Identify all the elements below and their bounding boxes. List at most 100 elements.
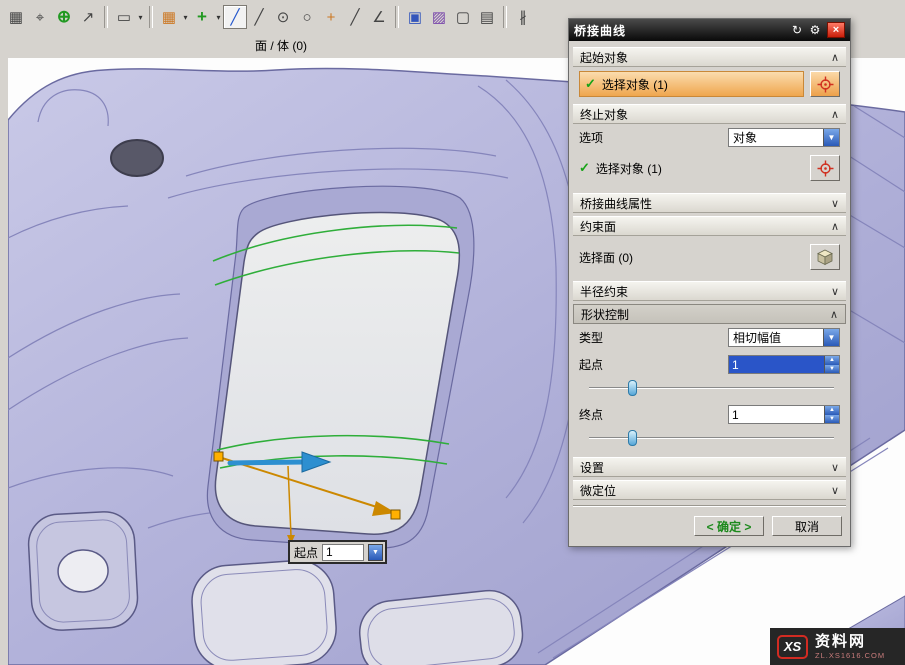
spin-up-icon[interactable]: ▲ (825, 356, 839, 365)
magnitude-arrow[interactable] (230, 462, 304, 463)
close-icon[interactable]: × (827, 22, 845, 38)
gear-icon[interactable]: ⚙ (806, 22, 824, 38)
end-object-option-dropdown[interactable]: 对象 ▼ (728, 128, 840, 147)
input-value[interactable]: 1 (729, 406, 824, 423)
shape-type-dropdown[interactable]: 相切幅值 ▼ (728, 328, 840, 347)
solid-body-icon[interactable]: ▣ (403, 5, 427, 29)
top-left-hole[interactable] (111, 140, 163, 176)
dropdown-arrow-icon[interactable]: ▾ (214, 13, 223, 22)
floating-input-value[interactable]: 1 (322, 544, 364, 561)
section-label: 形状控制 (581, 306, 629, 323)
dropdown-arrow-icon[interactable]: ▾ (181, 13, 190, 22)
type-label: 类型 (579, 329, 603, 346)
feature-select-icon[interactable]: ▤ (475, 5, 499, 29)
section-radius-constraint[interactable]: 半径约束 ∨ (573, 281, 846, 301)
chevron-up-icon: ∧ (831, 220, 839, 233)
constraint-face-select-label: 选择面 (0) (579, 249, 633, 266)
stop-at-intersection-icon[interactable]: ∦ (511, 5, 535, 29)
watermark-logo: XS (777, 635, 808, 659)
intersection-snap-icon[interactable]: + (319, 5, 343, 29)
dropdown-arrow-icon[interactable]: ▾ (136, 13, 145, 22)
cancel-button[interactable]: 取消 (772, 516, 842, 536)
watermark-title: 资料网 (815, 634, 885, 649)
selection-scope-icon[interactable]: ▭ (112, 5, 136, 29)
region-select-icon[interactable]: ▢ (451, 5, 475, 29)
chevron-down-icon[interactable]: ▼ (823, 329, 839, 346)
dialog-footer: < 确定 > 取消 (573, 506, 846, 541)
start-value-stepper[interactable]: ▲ ▼ (824, 356, 839, 373)
end-value-input[interactable]: 1 ▲ ▼ (728, 405, 840, 424)
snap-point-enable-icon[interactable]: ▦ (4, 5, 28, 29)
move-handles-icon[interactable]: + (190, 5, 214, 29)
dropdown-value: 相切幅值 (729, 329, 823, 346)
chevron-down-icon[interactable]: ▼ (368, 544, 383, 561)
section-properties[interactable]: 桥接曲线属性 ∨ (573, 193, 846, 213)
chevron-down-icon: ∨ (831, 197, 839, 210)
face-select-icon[interactable]: ▨ (427, 5, 451, 29)
section-label: 终止对象 (580, 106, 628, 123)
midpoint-snap-icon[interactable]: ╱ (247, 5, 271, 29)
spin-down-icon[interactable]: ▼ (825, 365, 839, 374)
check-icon: ✓ (585, 76, 596, 92)
point-on-curve-snap-icon[interactable]: ╱ (343, 5, 367, 29)
endpoint-snap-icon[interactable]: ╱ (223, 5, 247, 29)
chevron-down-icon: ∨ (831, 484, 839, 497)
section-settings[interactable]: 设置 ∨ (573, 457, 846, 477)
chevron-up-icon: ∧ (830, 308, 838, 321)
selection-filter-label: 面 / 体 (0) (255, 37, 307, 54)
bottom-left-boss[interactable] (27, 510, 139, 631)
check-icon: ✓ (579, 160, 590, 176)
ok-button[interactable]: < 确定 > (694, 516, 764, 536)
bridge-curve-dialog: 桥接曲线 ↻ ⚙ × 起始对象 ∧ ✓ 选择对象 (1) 终止对 (568, 18, 851, 547)
end-value-stepper[interactable]: ▲ ▼ (824, 406, 839, 423)
chevron-down-icon: ∨ (831, 461, 839, 474)
section-label: 约束面 (580, 218, 616, 235)
angle-snap-icon[interactable]: ∠ (367, 5, 391, 29)
end-slider[interactable] (589, 429, 834, 447)
section-micro-positioning[interactable]: 微定位 ∨ (573, 480, 846, 500)
start-object-select-button[interactable] (810, 71, 840, 97)
end-object-select-button[interactable] (810, 155, 840, 181)
dialog-title: 桥接曲线 (574, 22, 788, 39)
toolbar-separator (395, 6, 399, 28)
dialog-titlebar[interactable]: 桥接曲线 ↻ ⚙ × (569, 19, 850, 41)
reset-icon[interactable]: ↻ (788, 22, 806, 38)
slider-track[interactable] (589, 387, 834, 389)
start-object-select-row[interactable]: ✓ 选择对象 (1) (579, 71, 804, 97)
section-start-object[interactable]: 起始对象 ∧ (573, 47, 846, 67)
end-object-select-label: 选择对象 (1) (596, 160, 662, 177)
floating-input-label: 起点 (292, 544, 318, 561)
section-shape-control[interactable]: 形状控制 ∧ (573, 304, 846, 324)
layer-grid-icon[interactable]: ▦ (157, 5, 181, 29)
watermark-subtitle: ZL.XS1616.COM (815, 652, 885, 660)
drag-handle[interactable] (214, 452, 223, 461)
offset-point-icon[interactable]: ⊕ (52, 5, 76, 29)
cube-icon (816, 248, 834, 266)
start-label: 起点 (579, 356, 603, 373)
watermark: XS 资料网 ZL.XS1616.COM (770, 628, 905, 665)
end-label: 终点 (579, 406, 603, 423)
drag-handle[interactable] (391, 510, 400, 519)
chevron-down-icon[interactable]: ▼ (823, 129, 839, 146)
quadrant-snap-icon[interactable]: ○ (295, 5, 319, 29)
slider-thumb[interactable] (628, 430, 637, 446)
point-dialog-icon[interactable]: ⌖ (28, 5, 52, 29)
bottom-center-pocket[interactable] (190, 558, 339, 665)
slider-thumb[interactable] (628, 380, 637, 396)
floating-start-point-input[interactable]: 起点 1 ▼ (288, 540, 387, 564)
section-constraint-face[interactable]: 约束面 ∧ (573, 216, 846, 236)
start-object-select-label: 选择对象 (1) (602, 76, 668, 93)
input-value[interactable]: 1 (729, 356, 824, 373)
spin-down-icon[interactable]: ▼ (825, 415, 839, 424)
constraint-face-select-button[interactable] (810, 244, 840, 270)
arc-center-snap-icon[interactable]: ⊙ (271, 5, 295, 29)
start-slider[interactable] (589, 379, 834, 397)
vector-arrow-icon[interactable]: ↗ (76, 5, 100, 29)
section-label: 设置 (580, 459, 604, 476)
slider-track[interactable] (589, 437, 834, 439)
crosshair-icon (817, 76, 834, 93)
section-end-object[interactable]: 终止对象 ∧ (573, 104, 846, 124)
spin-up-icon[interactable]: ▲ (825, 406, 839, 415)
start-value-input[interactable]: 1 ▲ ▼ (728, 355, 840, 374)
dropdown-value: 对象 (729, 129, 823, 146)
